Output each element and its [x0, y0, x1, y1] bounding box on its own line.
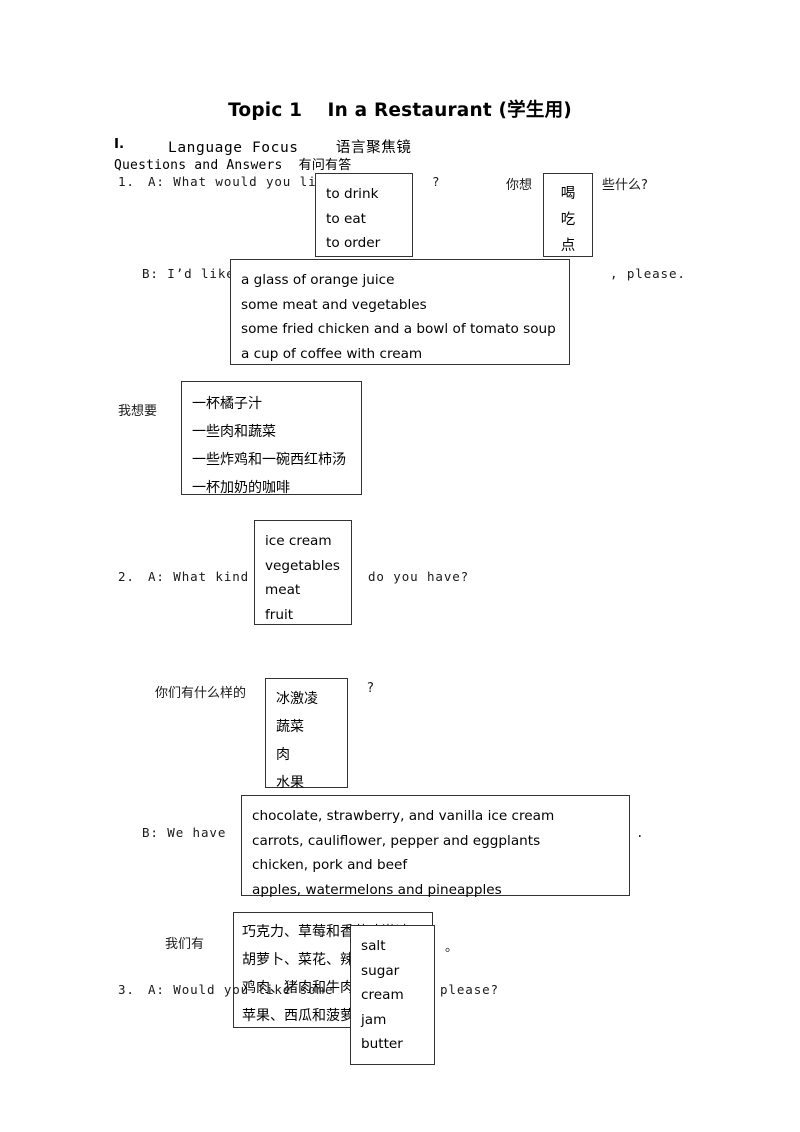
- option-item[interactable]: 蔬菜: [276, 713, 337, 741]
- q3-item-options-box-en[interactable]: salt sugar cream jam butter: [350, 925, 435, 1065]
- q1-english-tail: ?: [432, 174, 441, 189]
- q1-verb-options-box-en[interactable]: to drink to eat to order: [315, 173, 413, 257]
- option-item[interactable]: fruit: [265, 603, 341, 628]
- option-item[interactable]: some fried chicken and a bowl of tomato …: [241, 317, 559, 342]
- page-title: Topic 1 In a Restaurant (学生用): [228, 100, 572, 121]
- option-item[interactable]: jam: [361, 1008, 424, 1033]
- q1-answer-options-box-cn[interactable]: 一杯橘子汁 一些肉和蔬菜 一些炸鸡和一碗西红柿汤 一杯加奶的咖啡: [181, 381, 362, 496]
- q1-verb-options-box-cn[interactable]: 喝 吃 点: [543, 173, 593, 257]
- option-item[interactable]: 肉: [276, 741, 337, 769]
- document-page: Topic 1 In a Restaurant (学生用) I. Languag…: [0, 0, 800, 1132]
- q2-answer-tail-cn: 。: [445, 940, 459, 955]
- q2-english-tail: do you have?: [368, 569, 470, 584]
- q2-number: 2.: [118, 569, 135, 584]
- option-item[interactable]: to drink: [326, 182, 402, 207]
- q1-answer-options-box-en[interactable]: a glass of orange juice some meat and ve…: [230, 259, 570, 365]
- option-item[interactable]: 喝: [550, 181, 586, 207]
- q2-kind-options-box-cn[interactable]: 冰激凌 蔬菜 肉 水果: [265, 678, 348, 791]
- option-item[interactable]: 水果: [276, 769, 337, 797]
- q3-english-tail: please?: [440, 982, 499, 997]
- option-item[interactable]: chocolate, strawberry, and vanilla ice c…: [252, 804, 619, 829]
- option-item[interactable]: 一杯加奶的咖啡: [192, 474, 351, 502]
- q1-chinese-lead: 你想: [506, 178, 533, 193]
- option-item[interactable]: apples, watermelons and pineapples: [252, 878, 619, 903]
- option-item[interactable]: some meat and vegetables: [241, 293, 559, 318]
- q1-answer-lead-en: B: I’d like: [142, 266, 235, 281]
- option-item[interactable]: chicken, pork and beef: [252, 853, 619, 878]
- q1-answer-tail-en: , please.: [610, 266, 686, 281]
- option-item[interactable]: cream: [361, 983, 424, 1008]
- option-item[interactable]: 冰激凌: [276, 685, 337, 713]
- option-item[interactable]: ice cream: [265, 529, 341, 554]
- option-item[interactable]: sugar: [361, 959, 424, 984]
- q1-chinese-tail: 些什么?: [602, 178, 648, 193]
- q2-answer-options-box-en[interactable]: chocolate, strawberry, and vanilla ice c…: [241, 795, 630, 898]
- q1-number: 1.: [118, 174, 135, 189]
- option-item[interactable]: a cup of coffee with cream: [241, 342, 559, 367]
- q3-number: 3.: [118, 982, 135, 997]
- option-item[interactable]: 点: [550, 233, 586, 259]
- q2-chinese-tail: ?: [367, 681, 374, 696]
- q2-answer-lead-cn: 我们有: [165, 937, 205, 952]
- q2-answer-lead-en: B: We have: [142, 825, 227, 840]
- option-item[interactable]: to order: [326, 231, 402, 256]
- option-item[interactable]: vegetables: [265, 554, 341, 579]
- option-item[interactable]: butter: [361, 1032, 424, 1057]
- section-subtitle: Questions and Answers 有问有答: [114, 158, 352, 173]
- q1-english-lead: A: What would you like: [148, 174, 334, 189]
- option-item[interactable]: 吃: [550, 207, 586, 233]
- option-item[interactable]: 一杯橘子汁: [192, 390, 351, 418]
- q3-english-lead: A: Would you like some: [148, 982, 334, 997]
- q1-answer-lead-cn: 我想要: [118, 404, 158, 419]
- option-item[interactable]: a glass of orange juice: [241, 268, 559, 293]
- q2-kind-options-box-en[interactable]: ice cream vegetables meat fruit: [254, 520, 352, 625]
- q2-answer-tail-en: .: [636, 825, 645, 840]
- q2-chinese-lead: 你们有什么样的: [155, 686, 247, 701]
- option-item[interactable]: 一些肉和蔬菜: [192, 418, 351, 446]
- option-item[interactable]: 一些炸鸡和一碗西红柿汤: [192, 446, 351, 474]
- option-item[interactable]: to eat: [326, 207, 402, 232]
- option-item[interactable]: meat: [265, 578, 341, 603]
- option-item[interactable]: salt: [361, 934, 424, 959]
- section-number: I.: [114, 136, 125, 152]
- option-item[interactable]: carrots, cauliflower, pepper and eggplan…: [252, 829, 619, 854]
